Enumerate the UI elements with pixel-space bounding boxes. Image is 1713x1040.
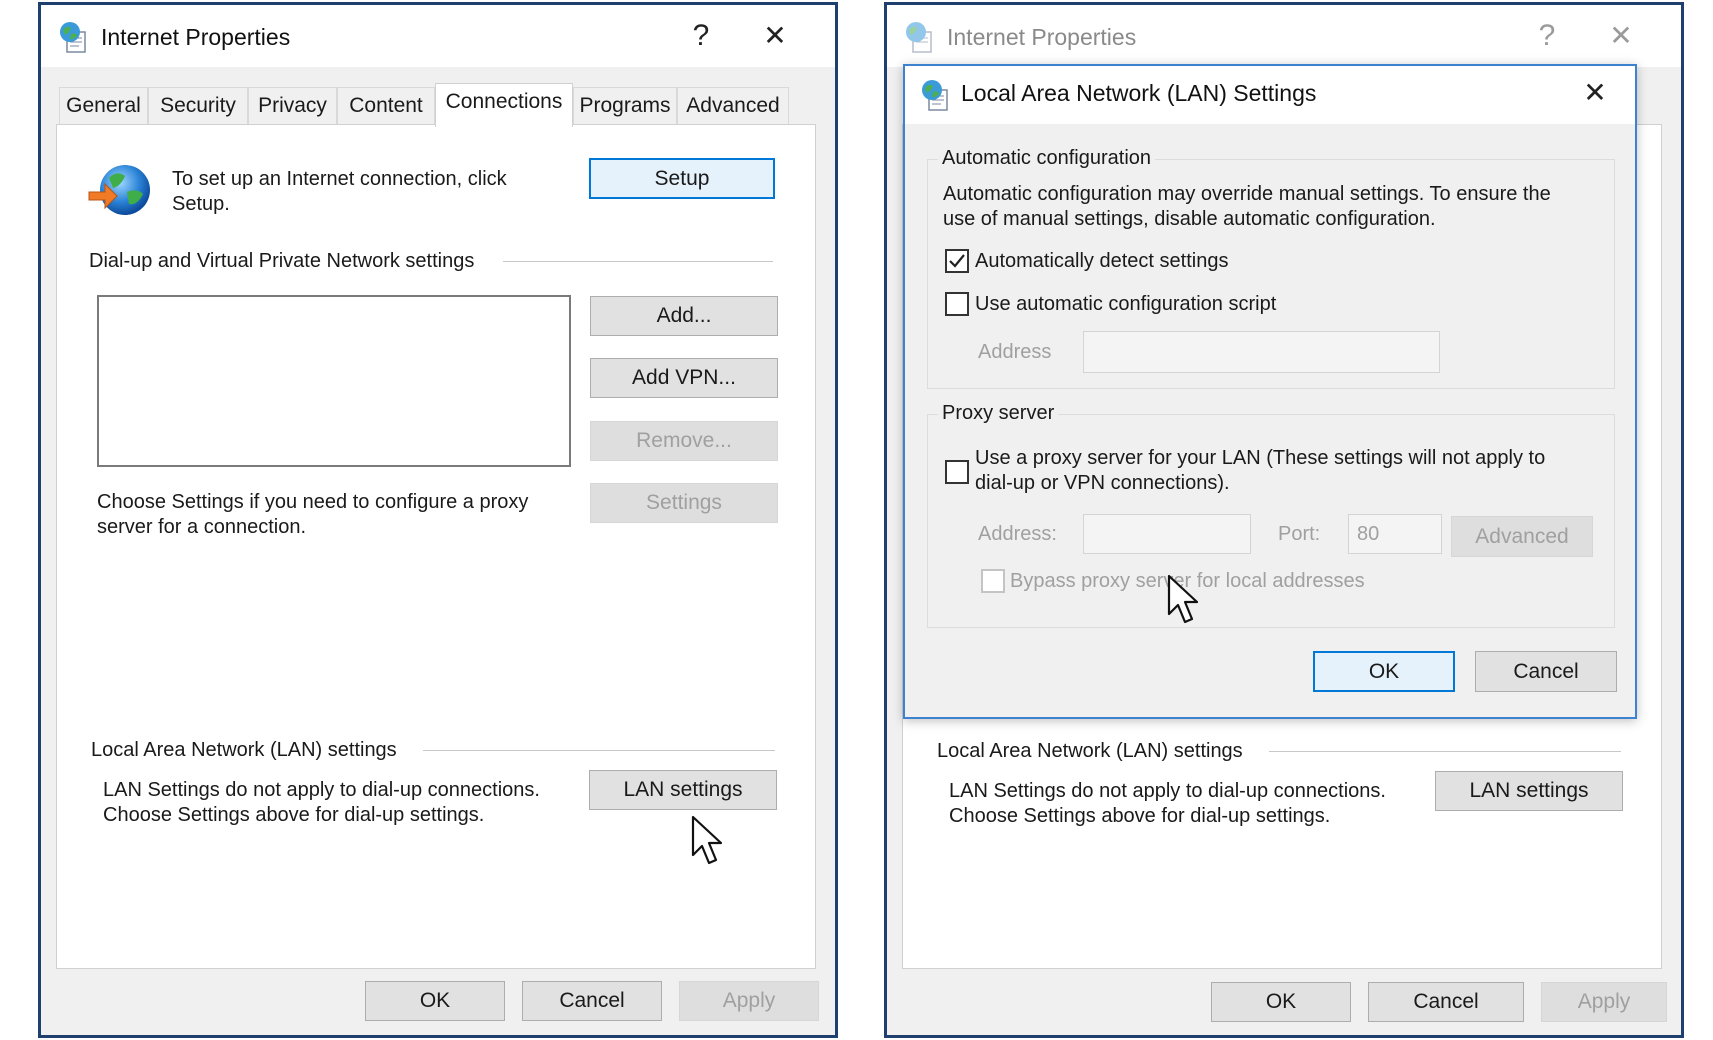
- internet-properties-icon: [57, 20, 91, 54]
- apply-button[interactable]: Apply: [679, 981, 819, 1021]
- ok-button[interactable]: OK: [365, 981, 505, 1021]
- lan-text-line1: LAN Settings do not apply to dial-up con…: [103, 779, 540, 801]
- window-title: Internet Properties: [101, 24, 291, 50]
- lan-text-line2: Choose Settings above for dial-up settin…: [103, 804, 485, 826]
- checkmark-icon: [949, 254, 965, 268]
- auto-script-checkbox[interactable]: [945, 292, 969, 316]
- title-bar: Internet Properties ? ✕: [41, 5, 835, 67]
- lan-settings-dialog: Local Area Network (LAN) Settings ✕ Auto…: [903, 64, 1637, 719]
- tab-programs[interactable]: Programs: [573, 87, 677, 125]
- mouse-pointer-icon: [691, 815, 727, 872]
- tab-security[interactable]: Security: [148, 87, 248, 125]
- bypass-local-checkbox[interactable]: [981, 569, 1005, 593]
- auto-script-label[interactable]: Use automatic configuration script: [975, 292, 1276, 317]
- dialup-separator: [503, 261, 773, 262]
- add-button[interactable]: Add...: [590, 296, 778, 336]
- tab-content[interactable]: Content: [337, 87, 435, 125]
- close-icon[interactable]: ✕: [1601, 19, 1641, 53]
- dialog-cancel-button[interactable]: Cancel: [1475, 651, 1617, 692]
- proxy-address-label: Address:: [978, 523, 1057, 545]
- proxy-hint-line2: server for a connection.: [97, 516, 306, 538]
- dialup-group-label: Dial-up and Virtual Private Network sett…: [89, 250, 475, 272]
- mouse-pointer-icon: [1167, 574, 1203, 631]
- advanced-button[interactable]: Advanced: [1451, 516, 1593, 557]
- add-vpn-button[interactable]: Add VPN...: [590, 358, 778, 398]
- close-icon[interactable]: ✕: [1575, 76, 1615, 110]
- auto-config-desc-line2: use of manual settings, disable automati…: [943, 208, 1436, 230]
- lan-separator: [1269, 751, 1621, 752]
- internet-properties-icon: [919, 78, 953, 112]
- proxy-hint-line1: Choose Settings if you need to configure…: [97, 491, 529, 513]
- tab-advanced[interactable]: Advanced: [677, 87, 789, 125]
- lan-text-line2: Choose Settings above for dial-up settin…: [949, 805, 1331, 827]
- lan-group-label: Local Area Network (LAN) settings: [937, 740, 1243, 762]
- use-proxy-label-line2[interactable]: dial-up or VPN connections).: [975, 471, 1230, 496]
- setup-text-line1: To set up an Internet connection, click: [172, 168, 507, 190]
- cancel-button[interactable]: Cancel: [1368, 982, 1524, 1022]
- dialog-title-bar: Local Area Network (LAN) Settings ✕: [905, 66, 1635, 124]
- script-address-input[interactable]: [1083, 331, 1440, 373]
- lan-group-label: Local Area Network (LAN) settings: [91, 739, 397, 761]
- cancel-button[interactable]: Cancel: [522, 981, 662, 1021]
- setup-text-line2: Setup.: [172, 193, 230, 215]
- dialog-title: Local Area Network (LAN) Settings: [961, 80, 1317, 106]
- window-title: Internet Properties: [947, 24, 1137, 50]
- tab-privacy[interactable]: Privacy: [248, 87, 337, 125]
- dialog-ok-button[interactable]: OK: [1313, 651, 1455, 692]
- internet-properties-window-left: Internet Properties ? ✕ General Security…: [38, 2, 838, 1038]
- proxy-address-input[interactable]: [1083, 514, 1251, 554]
- ok-button[interactable]: OK: [1211, 982, 1351, 1022]
- settings-button[interactable]: Settings: [590, 483, 778, 523]
- title-bar: Internet Properties ? ✕: [887, 5, 1681, 67]
- lan-settings-button[interactable]: LAN settings: [1435, 771, 1623, 811]
- use-proxy-checkbox[interactable]: [945, 460, 969, 484]
- auto-detect-checkbox[interactable]: [945, 249, 969, 273]
- connections-listbox[interactable]: [97, 295, 571, 467]
- remove-button[interactable]: Remove...: [590, 421, 778, 461]
- lan-settings-button[interactable]: LAN settings: [589, 770, 777, 810]
- auto-detect-label[interactable]: Automatically detect settings: [975, 249, 1228, 274]
- port-input[interactable]: 80: [1348, 514, 1442, 554]
- tab-connections[interactable]: Connections: [435, 83, 573, 127]
- auto-config-desc-line1: Automatic configuration may override man…: [943, 183, 1551, 205]
- port-label: Port:: [1278, 523, 1321, 545]
- apply-button[interactable]: Apply: [1541, 982, 1667, 1022]
- setup-button[interactable]: Setup: [589, 158, 775, 199]
- lan-separator: [423, 750, 775, 751]
- proxy-server-label: Proxy server: [938, 402, 1059, 425]
- globe-connection-icon: [87, 162, 153, 227]
- close-icon[interactable]: ✕: [755, 19, 795, 53]
- tab-strip: General Security Privacy Content Connect…: [59, 83, 817, 127]
- tab-general[interactable]: General: [59, 87, 148, 125]
- script-address-label: Address: [978, 341, 1052, 363]
- help-icon[interactable]: ?: [1527, 19, 1567, 53]
- lan-text-line1: LAN Settings do not apply to dial-up con…: [949, 780, 1386, 802]
- internet-properties-icon: [903, 20, 937, 54]
- use-proxy-label-line1[interactable]: Use a proxy server for your LAN (These s…: [975, 446, 1545, 471]
- automatic-configuration-label: Automatic configuration: [938, 147, 1156, 170]
- help-icon[interactable]: ?: [681, 19, 721, 53]
